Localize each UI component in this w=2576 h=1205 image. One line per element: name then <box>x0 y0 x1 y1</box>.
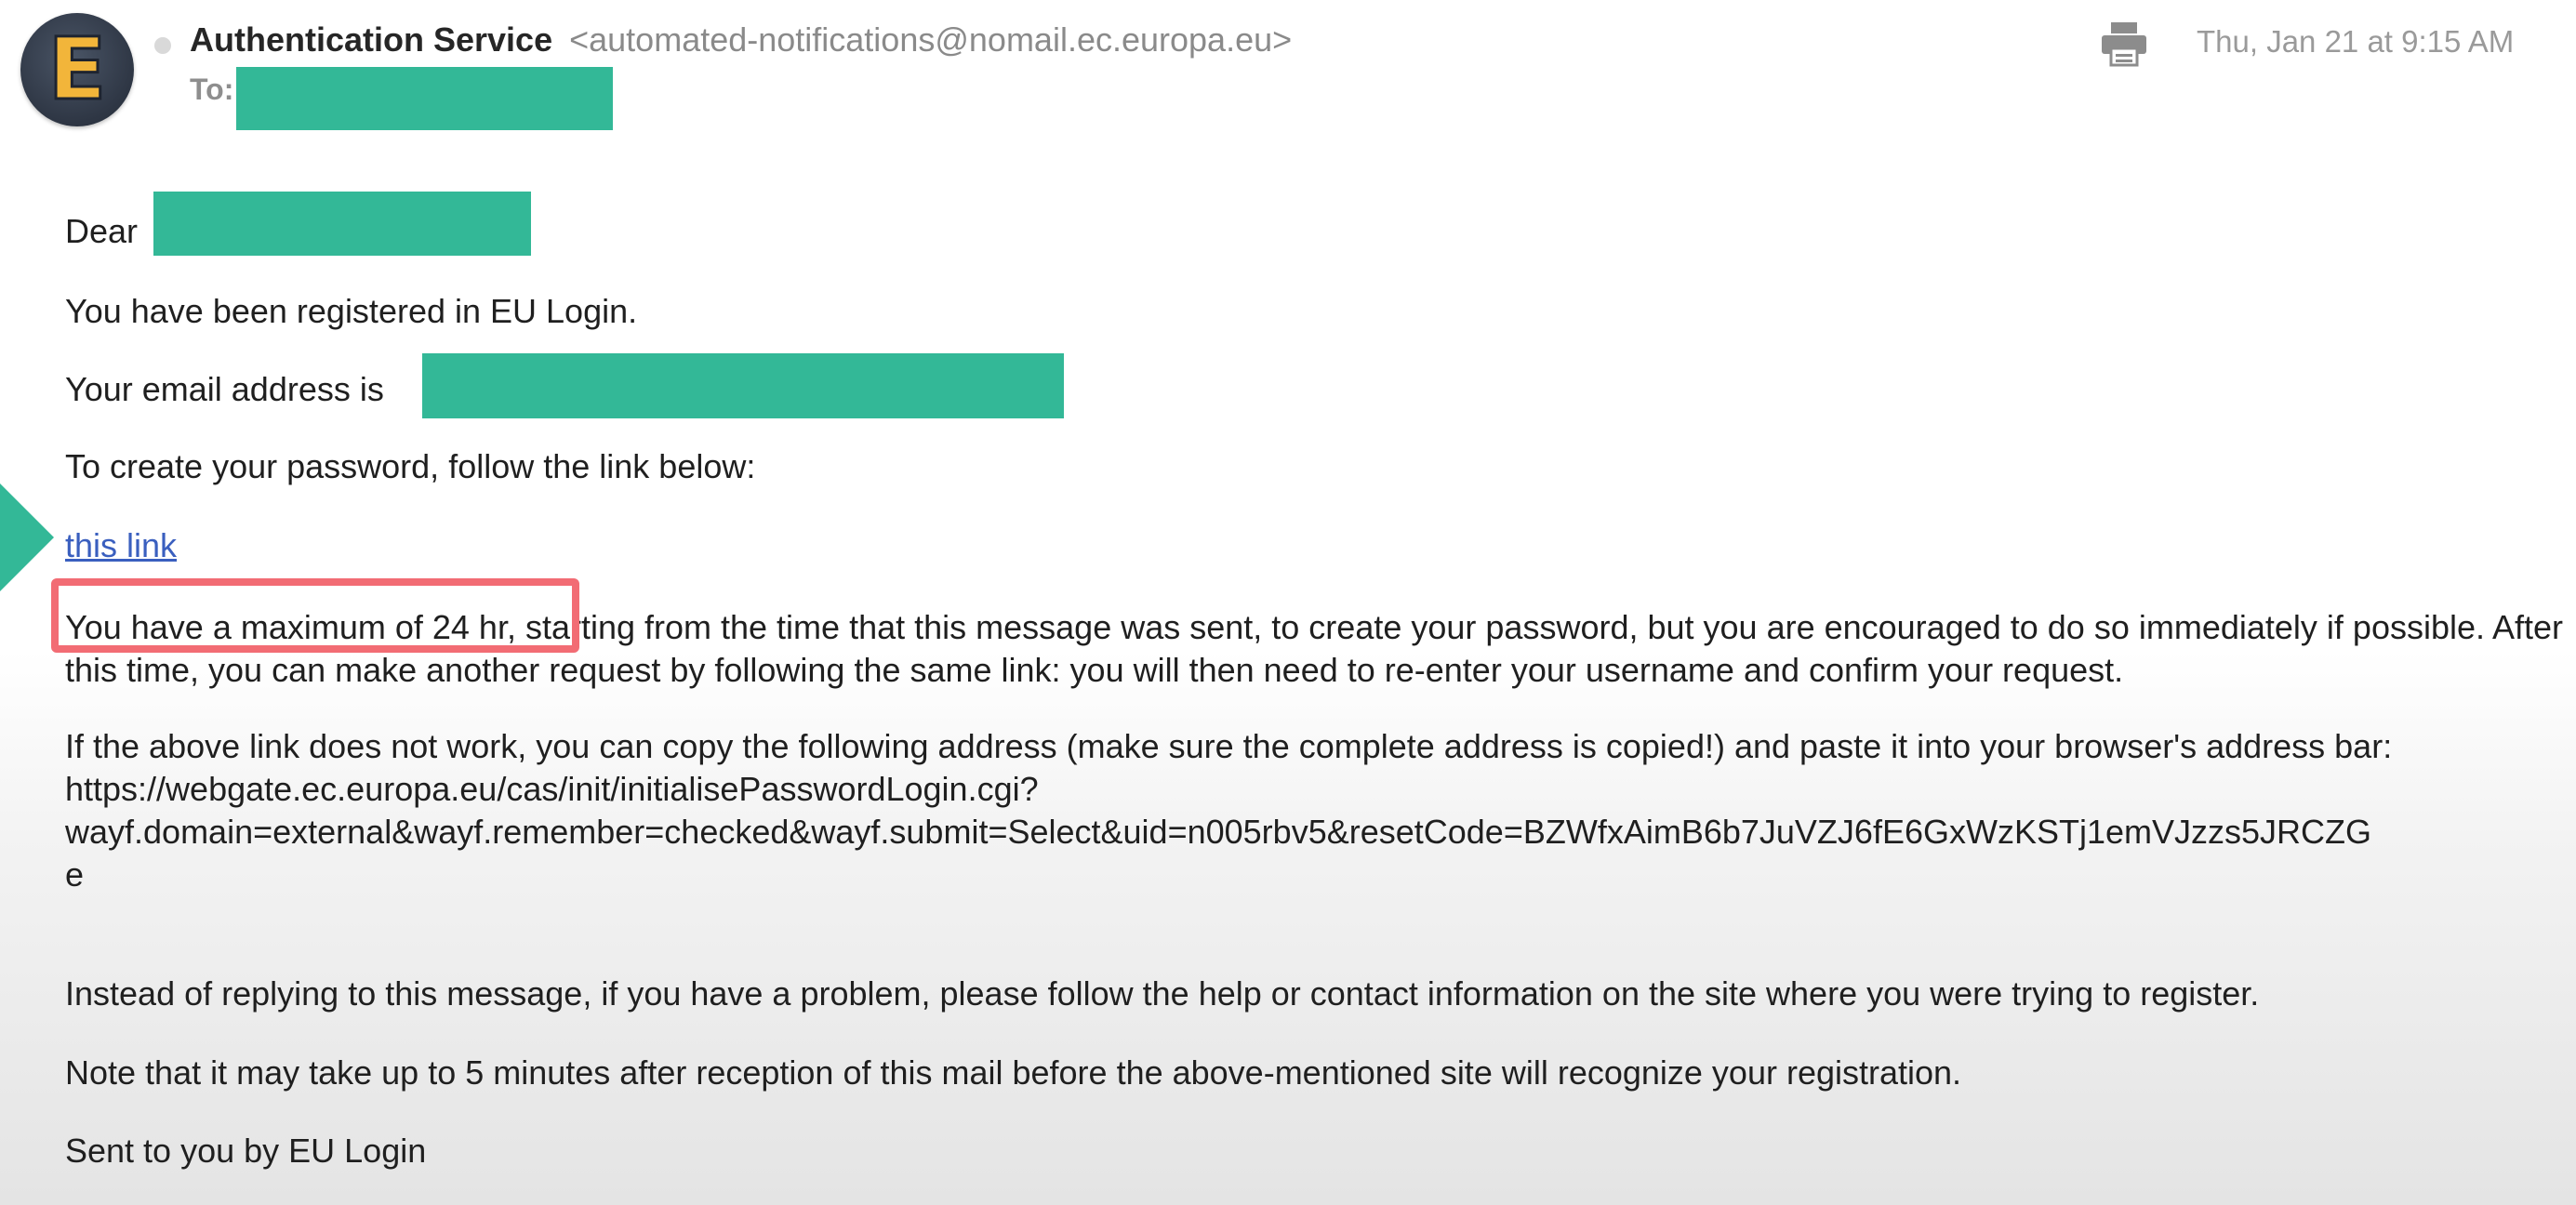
to-label: To: <box>190 73 234 106</box>
signature-text: Sent to you by EU Login <box>65 1132 427 1170</box>
registered-text: You have been registered in EU Login. <box>65 292 638 330</box>
email-intro-text: Your email address is <box>65 370 384 408</box>
fallback-paragraph: If the above link does not work, you can… <box>65 725 2567 896</box>
delay-note-text: Note that it may take up to 5 minutes af… <box>65 1053 1962 1092</box>
message-date: Thu, Jan 21 at 9:15 AM <box>2197 24 2515 59</box>
password-link[interactable]: this link <box>65 526 177 564</box>
printer-icon[interactable] <box>2100 20 2148 67</box>
recipient-redaction <box>236 67 613 130</box>
sender-line: Authentication Service <automated-notifi… <box>190 20 1292 60</box>
email-redaction <box>422 353 1064 418</box>
fallback-url-line-3[interactable]: e <box>65 854 2567 896</box>
sender-email[interactable]: <automated-notifications@nomail.ec.europ… <box>569 20 1292 59</box>
no-reply-text: Instead of replying to this message, if … <box>65 974 2260 1013</box>
fallback-url-line-1[interactable]: https://webgate.ec.europa.eu/cas/init/in… <box>65 768 2567 811</box>
avatar-letter: E <box>46 20 108 119</box>
fallback-url-line-2[interactable]: wayf.domain=external&wayf.remember=check… <box>65 811 2567 854</box>
fallback-intro: If the above link does not work, you can… <box>65 727 2393 765</box>
sender-avatar[interactable]: E <box>20 13 134 126</box>
greeting: Dear <box>65 212 139 250</box>
status-dot <box>154 37 171 54</box>
pointer-arrow-icon <box>0 483 54 591</box>
name-redaction <box>153 192 531 256</box>
sender-name[interactable]: Authentication Service <box>190 20 552 59</box>
link-row: this link <box>65 524 177 567</box>
highlight-box <box>51 578 579 653</box>
create-password-text: To create your password, follow the link… <box>65 447 756 485</box>
